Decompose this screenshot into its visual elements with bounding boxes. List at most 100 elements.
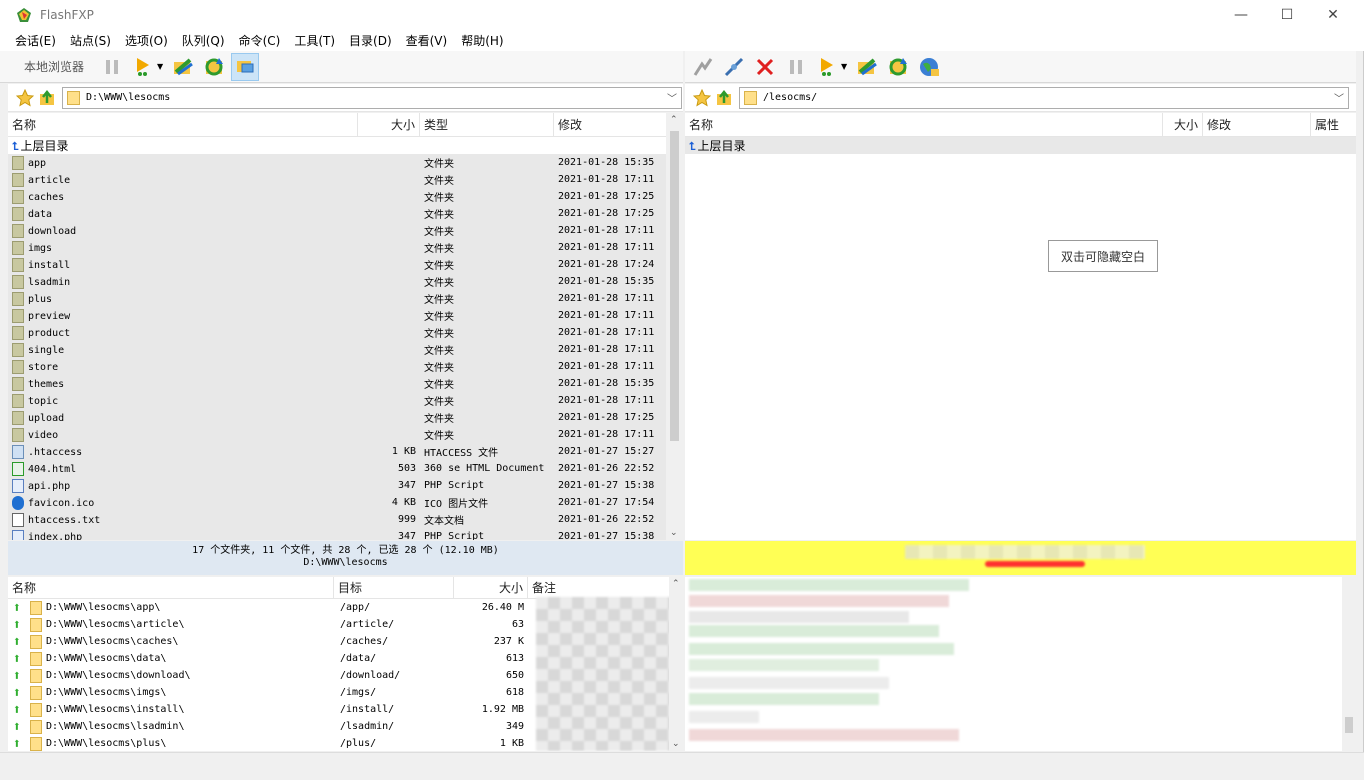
file-row[interactable]: upload 文件夹 2021-01-28 17:25 [8,409,683,426]
queue-size: 618 [505,687,524,698]
remote-parent-dir-row[interactable]: ⮤ 上层目录 [685,137,1356,154]
favorite-star-icon[interactable] [16,88,34,107]
log-scroll-thumb[interactable] [1345,717,1353,733]
up-folder-icon[interactable] [715,89,733,107]
file-row[interactable]: lsadmin 文件夹 2021-01-28 15:35 [8,273,683,290]
remote-column-size[interactable]: 大小 [1163,113,1203,137]
menu-options[interactable]: 选项(O) [118,32,175,49]
file-row[interactable]: themes 文件夹 2021-01-28 15:35 [8,375,683,392]
folder-icon [12,308,24,323]
remote-transfer-button[interactable] [813,53,841,81]
queue-scrollbar[interactable]: ⌃ ⌄ [669,577,683,751]
column-type[interactable]: 类型 [420,113,554,137]
scroll-up-icon[interactable]: ⌃ [672,579,680,589]
remote-parent-dir-label: 上层目录 [697,139,746,153]
menu-tools[interactable]: 工具(T) [287,32,342,49]
transfer-queue-list[interactable]: 名称 目标 大小 备注 ⬆ D:\WWW\lesocms\app\ /app/26.… [8,577,683,751]
refresh-button[interactable] [200,53,228,81]
file-modified: 2021-01-28 17:11 [558,310,655,321]
chevron-down-icon[interactable]: ﹀ [667,90,677,105]
file-row[interactable]: htaccess.txt 999 文本文档 2021-01-26 22:52 [8,511,683,528]
file-modified: 2021-01-28 17:11 [558,395,655,406]
file-type: 文件夹 [424,329,454,340]
column-modified[interactable]: 修改 [554,113,664,137]
log-scrollbar[interactable] [1342,577,1356,751]
file-row[interactable]: download 文件夹 2021-01-28 17:11 [8,222,683,239]
queue-column-size[interactable]: 大小 [454,577,528,599]
scroll-up-icon[interactable]: ⌃ [670,115,678,125]
menu-directory[interactable]: 目录(D) [342,32,399,49]
disconnect-button[interactable] [751,53,779,81]
local-scroll-thumb[interactable] [670,131,679,441]
local-browser-label[interactable]: 本地浏览器 [24,58,84,75]
file-row[interactable]: preview 文件夹 2021-01-28 17:11 [8,307,683,324]
file-row[interactable]: store 文件夹 2021-01-28 17:11 [8,358,683,375]
remote-path-combobox[interactable]: /lesocms/ ﹀ [739,86,1349,109]
folder-icon [30,651,42,666]
local-scrollbar[interactable]: ⌃ ⌄ [666,113,683,540]
remote-compare-button[interactable] [853,53,881,81]
file-row[interactable]: plus 文件夹 2021-01-28 17:11 [8,290,683,307]
transfer-button[interactable] [129,53,157,81]
remote-file-list[interactable]: ⌃ 名称 大小 修改 属性 ⮤上层目录 双击可隐藏空白 [685,113,1356,540]
up-folder-icon[interactable] [38,89,56,107]
chevron-down-icon[interactable]: ﹀ [1334,90,1344,105]
file-modified: 2021-01-28 15:35 [558,157,655,168]
remote-pause-button[interactable] [782,53,810,81]
file-row[interactable]: single 文件夹 2021-01-28 17:11 [8,341,683,358]
redacted-notes [536,597,683,751]
minimize-button[interactable]: — [1218,0,1264,30]
menu-view[interactable]: 查看(V) [399,32,455,49]
close-button[interactable]: ✕ [1310,0,1356,30]
queue-column-notes[interactable]: 备注 [528,577,668,599]
compare-button[interactable] [169,53,197,81]
local-file-list[interactable]: ⌃ 名称 大小 类型 修改 ⮤上层目录 app 文件夹 2021-01-28 15:… [8,113,683,540]
menu-session[interactable]: 会话(E) [8,32,63,49]
file-row[interactable]: caches 文件夹 2021-01-28 17:25 [8,188,683,205]
menu-sites[interactable]: 站点(S) [63,32,118,49]
file-row[interactable]: topic 文件夹 2021-01-28 17:11 [8,392,683,409]
file-row[interactable]: article 文件夹 2021-01-28 17:11 [8,171,683,188]
folder-icon [12,240,24,255]
folder-icon [12,342,24,357]
menu-help[interactable]: 帮助(H) [454,32,510,49]
remote-refresh-button[interactable] [884,53,912,81]
local-path-combobox[interactable]: D:\WWW\lesocms ﹀ [62,86,682,109]
file-row[interactable]: favicon.ico 4 KB ICO 图片文件 2021-01-27 17:54 [8,494,683,511]
folder-icon [12,223,24,238]
scroll-down-icon[interactable]: ⌄ [670,528,678,538]
remote-column-modified[interactable]: 修改 [1203,113,1311,137]
scroll-down-icon[interactable]: ⌄ [672,739,680,749]
file-type: 文件夹 [424,312,454,323]
file-row[interactable]: video 文件夹 2021-01-28 17:11 [8,426,683,443]
menu-commands[interactable]: 命令(C) [232,32,288,49]
favorite-star-icon[interactable] [693,88,711,107]
file-row[interactable]: app 文件夹 2021-01-28 15:35 [8,154,683,171]
file-row[interactable]: data 文件夹 2021-01-28 17:25 [8,205,683,222]
remote-transfer-dropdown-icon[interactable]: ▼ [841,62,847,71]
maximize-button[interactable]: ☐ [1264,0,1310,30]
quick-connect-button[interactable] [720,53,748,81]
queue-column-name[interactable]: 名称 [8,577,334,599]
local-view-button[interactable] [231,52,260,81]
column-size[interactable]: 大小 [358,113,420,137]
log-panel[interactable] [685,577,1356,751]
parent-dir-row[interactable]: ⮤ 上层目录 [8,137,683,154]
pause-button[interactable] [98,53,126,81]
file-row[interactable]: 404.html 503 360 se HTML Document 2021-01-2… [8,460,683,477]
connect-button[interactable] [689,53,717,81]
file-row[interactable]: index.php 347 PHP Script 2021-01-27 15:38 [8,528,683,540]
file-row[interactable]: install 文件夹 2021-01-28 17:24 [8,256,683,273]
hide-blank-hint[interactable]: 双击可隐藏空白 [1048,240,1158,272]
local-list-header: ⌃ 名称 大小 类型 修改 [8,113,683,137]
remote-globe-button[interactable] [915,53,943,81]
transfer-dropdown-icon[interactable]: ▼ [157,62,163,71]
menu-queue[interactable]: 队列(Q) [175,32,232,49]
file-row[interactable]: product 文件夹 2021-01-28 17:11 [8,324,683,341]
file-type: 文件夹 [424,397,454,408]
file-row[interactable]: imgs 文件夹 2021-01-28 17:11 [8,239,683,256]
file-row[interactable]: .htaccess 1 KB HTACCESS 文件 2021-01-27 15:27 [8,443,683,460]
file-row[interactable]: api.php 347 PHP Script 2021-01-27 15:38 [8,477,683,494]
remote-column-attributes[interactable]: 属性 [1311,113,1356,137]
queue-column-target[interactable]: 目标 [334,577,454,599]
